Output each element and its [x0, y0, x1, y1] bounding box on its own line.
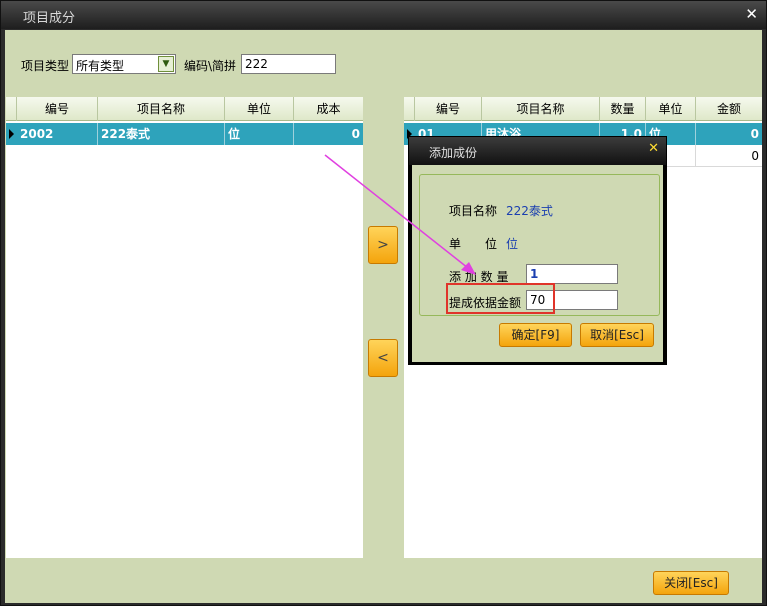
- annotation-arrow-icon: [324, 154, 476, 275]
